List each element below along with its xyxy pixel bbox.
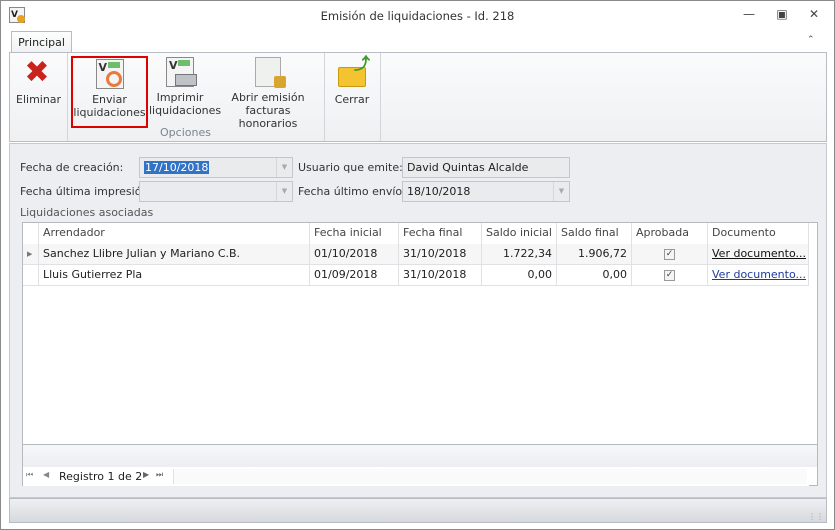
indicator-header — [23, 223, 39, 244]
separator — [67, 53, 68, 141]
window-title: Emisión de liquidaciones - Id. 218 — [320, 9, 515, 23]
fecha-impresion-label: Fecha última impresión: — [20, 185, 153, 198]
aprobada-checkbox[interactable]: ✓ — [664, 248, 675, 260]
col-arrendador[interactable]: Arrendador — [39, 223, 310, 244]
ribbon-tabs: Principal ⌃ — [1, 31, 834, 54]
eliminar-button[interactable]: ✖ Eliminar — [16, 55, 61, 107]
fecha-envio-label: Fecha último envío: — [298, 185, 406, 198]
status-bar: ⋮⋮ — [9, 498, 827, 523]
col-documento[interactable]: Documento — [708, 223, 809, 244]
col-aprobada[interactable]: Aprobada — [632, 223, 708, 244]
record-count: Registro 1 de 2 — [59, 470, 143, 483]
cell-fecha-final: 31/10/2018 — [399, 244, 482, 265]
table-row[interactable]: Lluis Gutierrez Pla 01/09/2018 31/10/201… — [23, 265, 809, 286]
horizontal-scrollbar[interactable] — [173, 469, 807, 484]
row-indicator-icon: ▶ — [23, 244, 39, 265]
dropdown-arrow-icon[interactable]: ▼ — [553, 182, 569, 201]
enviar-liquidaciones-button[interactable]: V Enviar liquidaciones — [71, 56, 148, 128]
minimize-button[interactable]: — — [739, 7, 759, 23]
col-saldo-final[interactable]: Saldo final — [557, 223, 632, 244]
cell-aprobada: ✓ — [632, 265, 708, 286]
window: V Emisión de liquidaciones - Id. 218 — ▣… — [0, 0, 835, 530]
record-navigator: ⏮ ◀ Registro 1 de 2 ▶ ⏭ — [23, 467, 809, 486]
cell-fecha-final: 31/10/2018 — [399, 265, 482, 286]
resize-grip-icon[interactable]: ⋮⋮ — [808, 512, 824, 521]
cell-saldo-final: 1.906,72 — [557, 244, 632, 265]
aprobada-checkbox[interactable]: ✓ — [664, 269, 675, 281]
dropdown-arrow-icon[interactable]: ▼ — [276, 182, 292, 201]
cell-documento: Ver documento... — [708, 265, 809, 286]
cell-saldo-final: 0,00 — [557, 265, 632, 286]
cell-arrendador: Lluis Gutierrez Pla — [39, 265, 310, 286]
fecha-creacion-label: Fecha de creación: — [20, 161, 124, 174]
last-record-icon[interactable]: ⏭ — [156, 470, 163, 480]
usuario-field[interactable]: David Quintas Alcalde — [402, 157, 570, 178]
print-document-icon: V — [166, 57, 197, 87]
fecha-impresion-field[interactable]: ▼ — [139, 181, 293, 202]
fecha-creacion-field[interactable]: 17/10/2018 ▼ — [139, 157, 293, 178]
ver-documento-link[interactable]: Ver documento... — [712, 247, 806, 260]
collapse-ribbon-icon[interactable]: ⌃ — [807, 35, 815, 45]
col-fecha-inicial[interactable]: Fecha inicial — [310, 223, 399, 244]
cell-arrendador: Sanchez Llibre Julian y Mariano C.B. — [39, 244, 310, 265]
delete-x-icon: ✖ — [24, 55, 50, 90]
close-button[interactable]: ✕ — [804, 7, 824, 23]
group-label-opciones: Opciones — [160, 126, 211, 139]
cell-fecha-inicial: 01/10/2018 — [310, 244, 399, 265]
ribbon: ✖ Eliminar V Enviar liquidaciones V Impr… — [9, 52, 827, 142]
usuario-label: Usuario que emite: — [298, 161, 403, 174]
separator — [380, 53, 381, 141]
separator — [324, 53, 325, 141]
next-record-icon[interactable]: ▶ — [143, 470, 149, 479]
content-panel: Fecha de creación: 17/10/2018 ▼ Usuario … — [9, 143, 827, 498]
abrir-emision-facturas-button[interactable]: Abrir emisión facturas honorarios — [219, 57, 317, 130]
invoice-coins-icon — [255, 57, 286, 88]
cell-saldo-inicial: 0,00 — [482, 265, 557, 286]
title-bar: V Emisión de liquidaciones - Id. 218 — ▣… — [1, 1, 834, 31]
grid-footer — [23, 444, 817, 467]
tab-principal[interactable]: Principal — [11, 31, 72, 54]
first-record-icon[interactable]: ⏮ — [26, 470, 33, 480]
liquidaciones-grid: Arrendador Fecha inicial Fecha final Sal… — [22, 222, 818, 486]
cell-fecha-inicial: 01/09/2018 — [310, 265, 399, 286]
imprimir-liquidaciones-button[interactable]: V Imprimir liquidaciones — [149, 57, 221, 117]
grid-title: Liquidaciones asociadas — [20, 206, 154, 219]
cell-documento: Ver documento... — [708, 244, 809, 265]
cell-saldo-inicial: 1.722,34 — [482, 244, 557, 265]
restore-button[interactable]: ▣ — [772, 7, 792, 23]
dropdown-arrow-icon[interactable]: ▼ — [276, 158, 292, 177]
send-document-icon: V — [95, 59, 124, 89]
cell-aprobada: ✓ — [632, 244, 708, 265]
row-indicator — [23, 265, 39, 286]
col-fecha-final[interactable]: Fecha final — [399, 223, 482, 244]
col-saldo-inicial[interactable]: Saldo inicial — [482, 223, 557, 244]
cerrar-button[interactable]: ⤴ Cerrar — [332, 56, 372, 107]
table-row[interactable]: ▶ Sanchez Llibre Julian y Mariano C.B. 0… — [23, 244, 809, 265]
prev-record-icon[interactable]: ◀ — [43, 470, 49, 479]
grid-header: Arrendador Fecha inicial Fecha final Sal… — [23, 223, 809, 244]
ver-documento-link[interactable]: Ver documento... — [712, 268, 806, 281]
folder-exit-icon: ⤴ — [336, 56, 370, 89]
fecha-envio-field[interactable]: 18/10/2018 ▼ — [402, 181, 570, 202]
